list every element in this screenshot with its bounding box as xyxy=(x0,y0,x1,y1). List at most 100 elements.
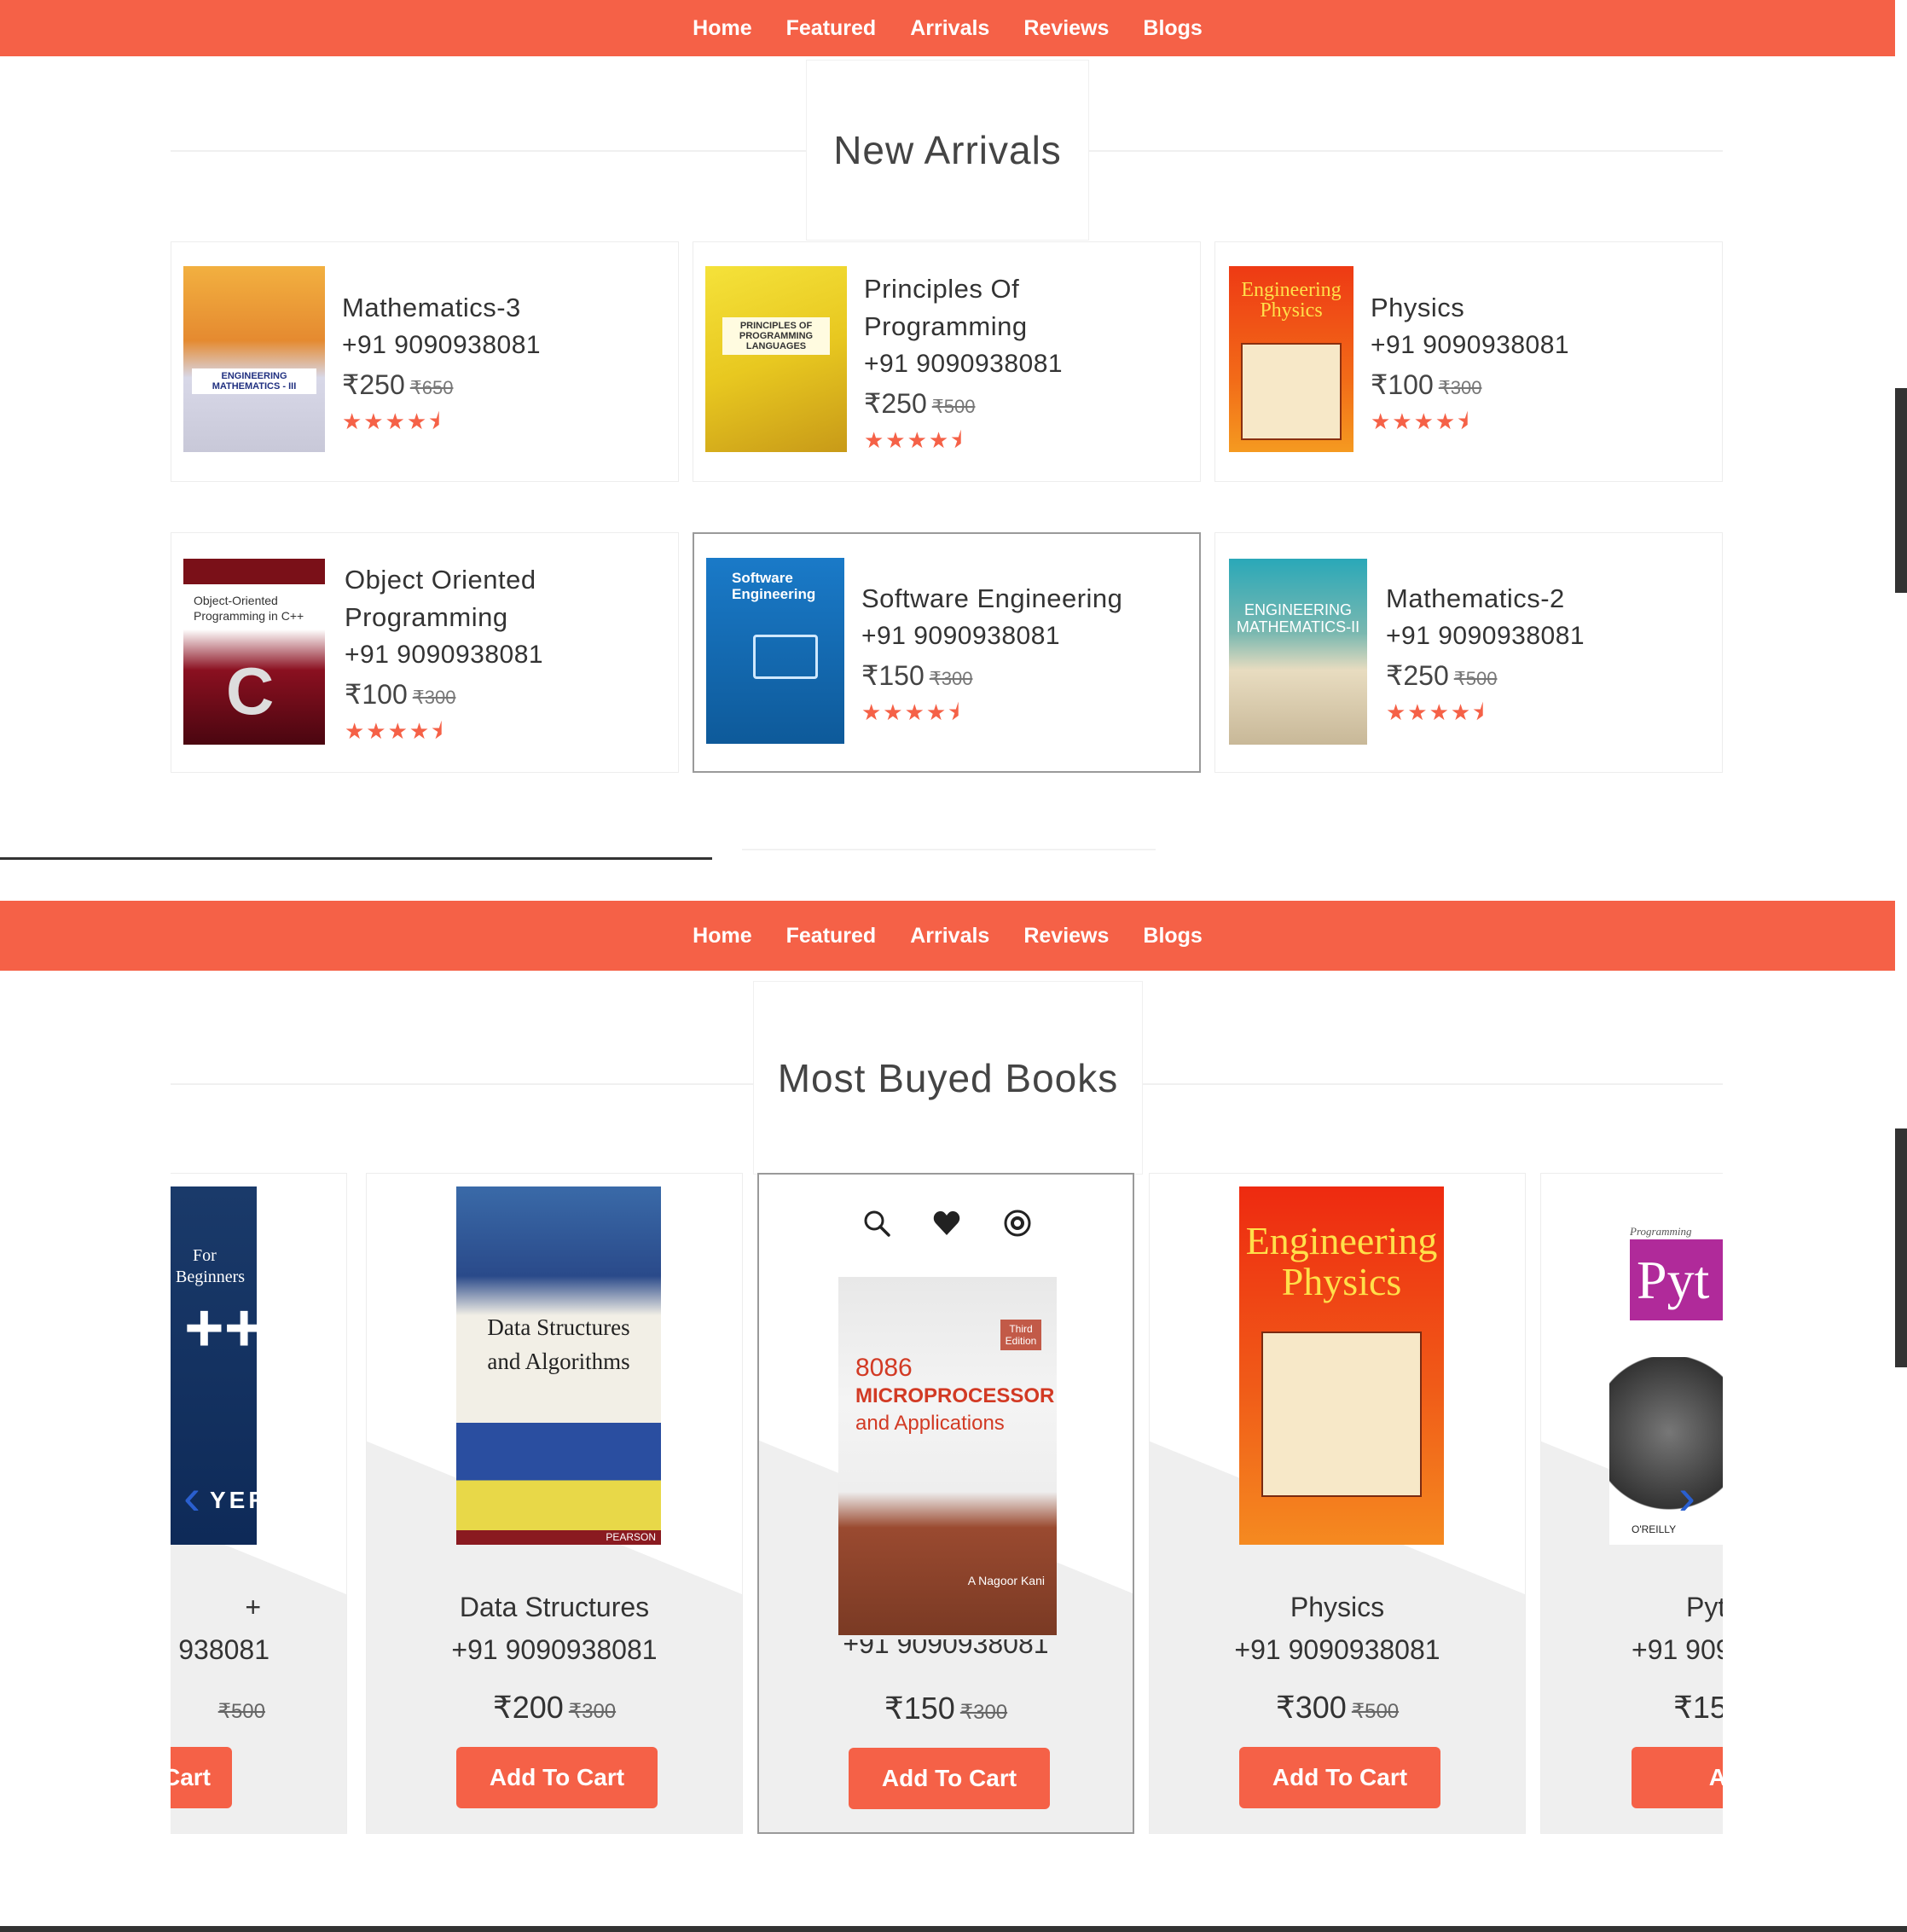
cover-title: Data Structures xyxy=(487,1314,630,1340)
price-old: ₹300 xyxy=(412,687,456,708)
price-current: ₹150 xyxy=(884,1691,955,1726)
nav-blogs[interactable]: Blogs xyxy=(1143,16,1202,41)
scrollbar-thumb[interactable] xyxy=(1895,388,1907,593)
nav-home[interactable]: Home xyxy=(693,924,751,949)
cover-author: A Nagoor Kani xyxy=(967,1574,1045,1587)
price-old: ₹500 xyxy=(931,396,976,417)
book-phone: +91 9090938081 xyxy=(864,350,1064,378)
book-cover: Engineering Physics xyxy=(1229,266,1353,452)
add-to-cart-button[interactable]: Add To Cart xyxy=(1239,1747,1440,1808)
book-cover: Object-Oriented Programming in C++ C xyxy=(183,559,325,745)
carousel-next-arrow[interactable]: › xyxy=(1678,1467,1695,1526)
price-current: ₹250 xyxy=(864,388,927,419)
python-snake-art xyxy=(1609,1357,1723,1545)
book-name: Physics xyxy=(1290,1592,1385,1622)
price-old: ₹300 xyxy=(1438,377,1482,398)
book-price: ₹500 xyxy=(213,1690,265,1726)
cover-text: Programming xyxy=(1630,1225,1692,1238)
book-name: Data Structures xyxy=(459,1592,650,1622)
search-icon[interactable] xyxy=(862,1209,890,1237)
cover-title: Engineering Physics xyxy=(1241,279,1342,322)
cover-text: For xyxy=(193,1246,217,1265)
book-cover: ENGINEERING MATHEMATICS - III xyxy=(183,266,325,452)
nav-home[interactable]: Home xyxy=(693,16,751,41)
add-to-cart-button[interactable]: Add To Cart xyxy=(849,1748,1050,1809)
arrival-card[interactable]: ENGINEERING MATHEMATICS-II Mathematics-2… xyxy=(1214,532,1723,773)
eye-icon[interactable] xyxy=(1002,1209,1031,1237)
book-price: ₹250 ₹650 xyxy=(342,364,541,409)
cover-title: ENGINEERING MATHEMATICS - III xyxy=(192,368,316,394)
rating-stars: ★★★★⯨ xyxy=(1371,409,1471,434)
book-name: Physics xyxy=(1371,293,1465,322)
nav-arrivals[interactable]: Arrivals xyxy=(910,924,989,949)
cover-title: PRINCIPLES OF PROGRAMMING LANGUAGES xyxy=(722,317,830,355)
arrivals-heading: New Arrivals xyxy=(171,60,1723,241)
cover-band xyxy=(183,559,325,584)
book-phone: +91 9090938081 xyxy=(861,622,1061,650)
book-name: Software Engineering xyxy=(861,583,1123,613)
book-phone: +91 9090938081 xyxy=(342,331,542,359)
book-name: Mathematics-2 xyxy=(1386,583,1565,613)
price-current: ₹150 xyxy=(861,660,925,691)
cover-art xyxy=(1261,1332,1422,1497)
arrival-card-active[interactable]: Software Engineering Software Engineerin… xyxy=(693,532,1201,773)
carousel-prev-arrow[interactable]: ‹ xyxy=(183,1467,200,1526)
book-price: ₹300 ₹500 xyxy=(1150,1690,1525,1726)
book-name: Pyt xyxy=(1686,1592,1723,1622)
most-bought-title: Most Buyed Books xyxy=(777,1055,1119,1100)
book-name: + xyxy=(245,1592,261,1622)
book-cover: Engineering Physics xyxy=(1239,1186,1444,1545)
rating-stars: ★★★★⯨ xyxy=(342,409,443,434)
plus-icon: ++ xyxy=(184,1290,257,1366)
book-card-active[interactable]: Third Edition 8086 MICROPROCESSOR and Ap… xyxy=(757,1173,1134,1834)
book-name-line2: Programming xyxy=(864,311,1028,341)
book-price: ₹250 ₹500 xyxy=(864,383,1063,427)
divider xyxy=(0,857,712,860)
book-cover: PRINCIPLES OF PROGRAMMING LANGUAGES xyxy=(705,266,847,452)
cover-art xyxy=(1241,343,1342,440)
add-to-cart-button[interactable]: Add xyxy=(1632,1747,1723,1808)
price-current: ₹100 xyxy=(345,679,408,710)
arrivals-title: New Arrivals xyxy=(833,128,1062,172)
heart-icon[interactable] xyxy=(932,1209,960,1236)
nav-reviews[interactable]: Reviews xyxy=(1023,924,1109,949)
book-price: ₹100 ₹300 xyxy=(1371,364,1569,409)
price-current: ₹250 xyxy=(342,369,405,400)
rating-stars: ★★★★⯨ xyxy=(861,699,962,725)
rating-stars: ★★★★⯨ xyxy=(345,718,445,744)
book-card[interactable]: Engineering Physics Physics +91 90909380… xyxy=(1149,1173,1526,1834)
book-cover: Software Engineering xyxy=(706,558,844,744)
cplusplus-logo: C xyxy=(226,653,275,728)
bottom-divider xyxy=(0,1926,1907,1932)
laptop-icon xyxy=(753,635,818,679)
nav-featured[interactable]: Featured xyxy=(786,924,877,949)
most-bought-heading: Most Buyed Books xyxy=(171,981,1723,1175)
nav-arrivals[interactable]: Arrivals xyxy=(910,16,989,41)
arrival-card[interactable]: ENGINEERING MATHEMATICS - III Mathematic… xyxy=(171,241,679,482)
arrival-card[interactable]: Object-Oriented Programming in C++ C Obj… xyxy=(171,532,679,773)
price-old: ₹300 xyxy=(929,668,973,689)
book-card[interactable]: Data Structures and Algorithms PEARSON D… xyxy=(366,1173,743,1834)
price-current: ₹15( xyxy=(1673,1690,1723,1725)
book-cover: Data Structures and Algorithms PEARSON xyxy=(456,1186,661,1545)
cover-title: Object-Oriented Programming in C++ xyxy=(194,594,304,623)
book-cover: Programming Pyt O'REILLY xyxy=(1609,1186,1723,1545)
book-name: Object Oriented xyxy=(345,565,536,595)
add-to-cart-button[interactable]: Cart xyxy=(171,1747,232,1808)
nav-featured[interactable]: Featured xyxy=(786,16,877,41)
cover-text: YERS xyxy=(210,1487,257,1513)
nav-reviews[interactable]: Reviews xyxy=(1023,16,1109,41)
scrollbar-thumb[interactable] xyxy=(1895,1128,1907,1367)
nav-blogs[interactable]: Blogs xyxy=(1143,924,1202,949)
price-current: ₹250 xyxy=(1386,660,1449,691)
top-navbar: Home Featured Arrivals Reviews Blogs xyxy=(0,0,1895,56)
add-to-cart-button[interactable]: Add To Cart xyxy=(456,1747,658,1808)
cover-text: and Applications xyxy=(855,1412,1005,1435)
book-price: ₹250 ₹500 xyxy=(1386,655,1585,699)
top-navbar: Home Featured Arrivals Reviews Blogs xyxy=(0,901,1895,971)
publisher-label: PEARSON xyxy=(606,1531,656,1543)
cover-text: 8086 xyxy=(855,1354,913,1382)
arrival-card[interactable]: Engineering Physics Physics +91 90909380… xyxy=(1214,241,1723,482)
cover-title: Pyt xyxy=(1630,1239,1723,1320)
arrival-card[interactable]: PRINCIPLES OF PROGRAMMING LANGUAGES Prin… xyxy=(693,241,1201,482)
